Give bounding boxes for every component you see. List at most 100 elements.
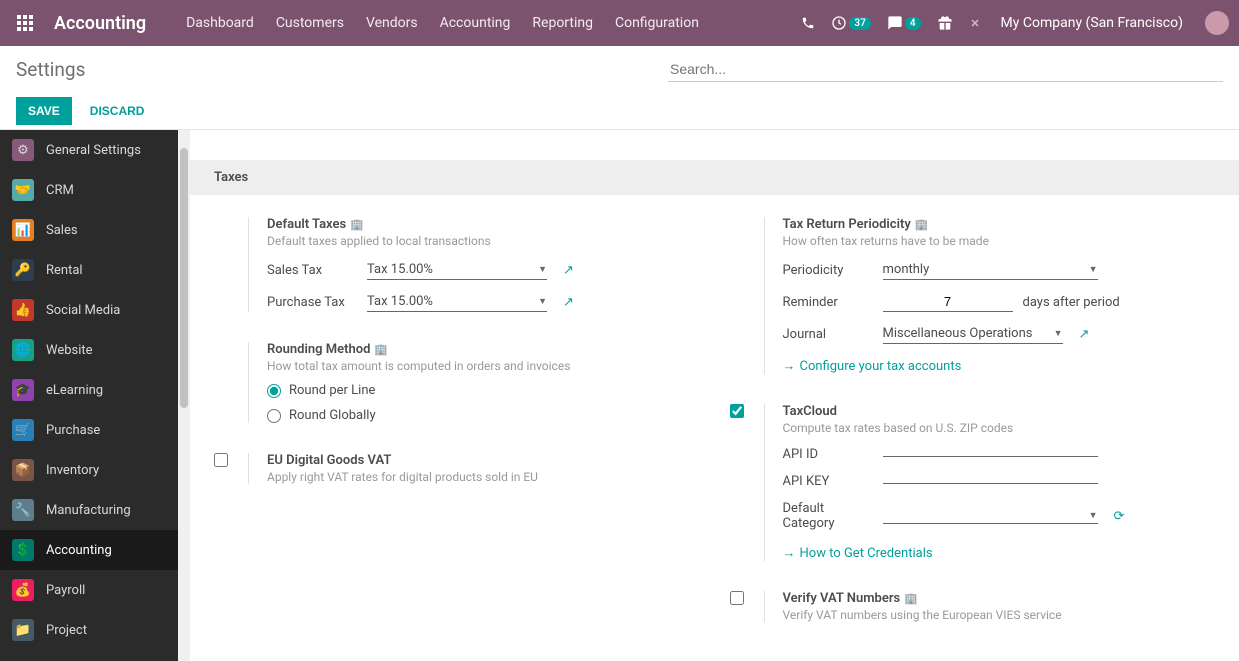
gear-icon: ⚙ (12, 139, 34, 161)
round-per-line-radio[interactable] (267, 384, 281, 398)
nav-vendors[interactable]: Vendors (366, 15, 418, 31)
periodicity-label: Periodicity (783, 263, 873, 278)
sidebar-item-label: Inventory (46, 463, 99, 478)
round-per-line-label: Round per Line (289, 383, 375, 398)
api-key-input[interactable] (883, 479, 1098, 484)
sidebar-item-inventory[interactable]: 📦 Inventory (0, 450, 178, 490)
external-link-icon[interactable]: ↗ (563, 295, 574, 310)
sidebar-item-website[interactable]: 🌐 Website (0, 330, 178, 370)
sidebar-item-label: Sales (46, 223, 78, 238)
company-selector[interactable]: My Company (San Francisco) (1001, 15, 1183, 31)
accounting-icon: 💲 (12, 539, 34, 561)
verify-vat-desc: Verify VAT numbers using the European VI… (783, 608, 1216, 622)
box-icon: 📦 (12, 459, 34, 481)
api-id-input[interactable] (883, 452, 1098, 457)
verify-vat-checkbox[interactable] (730, 591, 744, 605)
chevron-down-icon: ▼ (538, 264, 547, 275)
nav-customers[interactable]: Customers (276, 15, 344, 31)
verify-vat-title: Verify VAT Numbers (783, 591, 901, 606)
globe-icon: 🌐 (12, 339, 34, 361)
purchase-tax-label: Purchase Tax (267, 295, 357, 310)
nav-configuration[interactable]: Configuration (615, 15, 699, 31)
actions-bar: SAVE DISCARD (0, 92, 1239, 130)
eu-vat-checkbox[interactable] (214, 453, 228, 467)
nav-accounting[interactable]: Accounting (440, 15, 511, 31)
setting-periodicity: Tax Return Periodicity 🏢 How often tax re… (730, 217, 1216, 374)
chevron-down-icon: ▼ (1089, 264, 1098, 275)
reminder-suffix: days after period (1023, 295, 1120, 310)
reminder-input[interactable] (883, 292, 1013, 312)
default-category-select[interactable]: ▼ (883, 508, 1098, 524)
default-category-label: Default Category (783, 501, 873, 531)
nav-links: Dashboard Customers Vendors Accounting R… (186, 15, 699, 31)
api-id-label: API ID (783, 447, 873, 462)
default-taxes-desc: Default taxes applied to local transacti… (267, 234, 700, 248)
periodicity-select[interactable]: monthly▼ (883, 260, 1098, 280)
subheader: Settings (0, 46, 1239, 92)
gift-icon[interactable] (937, 15, 953, 31)
building-icon: 🏢 (350, 218, 364, 231)
sidebar-item-label: Website (46, 343, 93, 358)
apps-menu-icon[interactable] (10, 8, 40, 38)
chevron-down-icon: ▼ (1054, 328, 1063, 339)
setting-taxcloud: TaxCloud Compute tax rates based on U.S.… (730, 404, 1216, 561)
setting-eu-vat: EU Digital Goods VAT Apply right VAT rat… (214, 453, 700, 484)
activities-icon[interactable]: 37 (831, 15, 870, 31)
sidebar-item-manufacturing[interactable]: 🔧 Manufacturing (0, 490, 178, 530)
sidebar-item-payroll[interactable]: 💰Payroll (0, 570, 178, 610)
sidebar-item-label: Manufacturing (46, 503, 131, 518)
building-icon: 🏢 (915, 218, 929, 231)
save-button[interactable]: SAVE (16, 97, 72, 125)
cart-icon: 🛒 (12, 419, 34, 441)
sidebar-item-sales[interactable]: 📊Sales (0, 210, 178, 250)
taxcloud-desc: Compute tax rates based on U.S. ZIP code… (783, 421, 1216, 435)
periodicity-desc: How often tax returns have to be made (783, 234, 1216, 248)
configure-tax-accounts-link[interactable]: →Configure your tax accounts (783, 358, 962, 374)
close-icon[interactable] (969, 17, 981, 29)
journal-select[interactable]: Miscellaneous Operations▼ (883, 324, 1063, 344)
messages-badge: 4 (905, 17, 921, 30)
user-avatar[interactable] (1205, 11, 1229, 35)
handshake-icon: 🤝 (12, 179, 34, 201)
sidebar-item-label: General Settings (46, 143, 141, 158)
get-credentials-link[interactable]: →How to Get Credentials (783, 545, 933, 561)
sidebar-item-elearning[interactable]: 🎓eLearning (0, 370, 178, 410)
sidebar-item-social-media[interactable]: 👍Social Media (0, 290, 178, 330)
discard-button[interactable]: DISCARD (90, 104, 145, 118)
thumbs-up-icon: 👍 (12, 299, 34, 321)
chevron-down-icon: ▼ (1089, 510, 1098, 521)
external-link-icon[interactable]: ↗ (1079, 327, 1090, 342)
sidebar-item-project[interactable]: 📁 Project (0, 610, 178, 650)
periodicity-title: Tax Return Periodicity (783, 217, 911, 232)
sidebar-item-general-settings[interactable]: ⚙ General Settings (0, 130, 178, 170)
sidebar-scrollbar[interactable] (178, 130, 190, 661)
sales-tax-select[interactable]: Tax 15.00%▼ (367, 260, 547, 280)
sidebar-item-rental[interactable]: 🔑Rental (0, 250, 178, 290)
app-brand[interactable]: Accounting (54, 13, 146, 34)
taxcloud-title: TaxCloud (783, 404, 837, 419)
payroll-icon: 💰 (12, 579, 34, 601)
sidebar-item-label: Project (46, 623, 87, 638)
sidebar-item-crm[interactable]: 🤝CRM (0, 170, 178, 210)
wrench-icon: 🔧 (12, 499, 34, 521)
sidebar-item-label: Purchase (46, 423, 100, 438)
sidebar-item-purchase[interactable]: 🛒 Purchase (0, 410, 178, 450)
purchase-tax-select[interactable]: Tax 15.00%▼ (367, 292, 547, 312)
round-globally-radio[interactable] (267, 409, 281, 423)
project-icon: 📁 (12, 619, 34, 641)
search-input[interactable] (668, 57, 1223, 82)
building-icon: 🏢 (374, 343, 388, 356)
external-link-icon[interactable]: ↗ (563, 263, 574, 278)
top-navbar: Accounting Dashboard Customers Vendors A… (0, 0, 1239, 46)
nav-reporting[interactable]: Reporting (532, 15, 593, 31)
refresh-icon[interactable]: ⟳ (1114, 509, 1125, 524)
setting-verify-vat: Verify VAT Numbers🏢 Verify VAT numbers u… (730, 591, 1216, 622)
nav-dashboard[interactable]: Dashboard (186, 15, 254, 31)
sidebar-item-label: Accounting (46, 543, 112, 558)
rounding-title: Rounding Method (267, 342, 370, 357)
sidebar-item-accounting[interactable]: 💲 Accounting (0, 530, 178, 570)
messages-icon[interactable]: 4 (887, 15, 921, 31)
phone-icon[interactable] (801, 16, 815, 30)
taxcloud-checkbox[interactable] (730, 404, 744, 418)
section-taxes: Taxes (190, 160, 1239, 195)
